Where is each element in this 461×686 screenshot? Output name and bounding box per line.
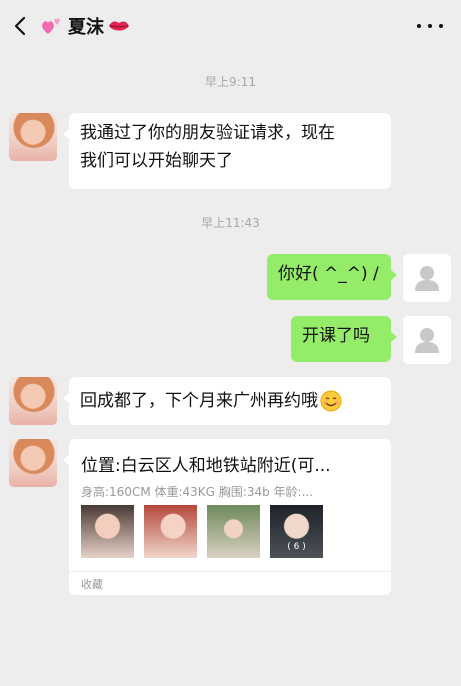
message-bubble[interactable]: 回成都了，下个月来广州再约哦 — [63, 377, 391, 425]
card-footer: 收藏 — [81, 578, 103, 591]
message-bubble[interactable]: 我通过了你的朋友验证请求，现在 我们可以开始聊天了 — [63, 113, 391, 189]
message-text: 回成都了，下个月来广州再约哦 — [80, 391, 318, 411]
my-avatar[interactable] — [403, 316, 451, 364]
more-dot — [417, 24, 421, 28]
timestamp: 早上11:43 — [201, 216, 260, 230]
default-user-icon — [415, 328, 439, 353]
message-line: 我通过了你的朋友验证请求，现在 — [80, 123, 335, 143]
hearts-icon — [42, 18, 60, 34]
my-avatar[interactable] — [403, 254, 451, 302]
chat-header: 夏沫 — [0, 0, 461, 52]
chat-title: 夏沫 — [40, 12, 130, 40]
shared-card[interactable]: 位置:白云区人和地铁站附近(可... 身高:160CM 体重:43KG 胸围:3… — [63, 439, 391, 595]
card-photo[interactable] — [207, 505, 260, 558]
back-button[interactable] — [8, 12, 34, 40]
card-subtitle: 身高:160CM 体重:43KG 胸围:34b 年龄:... — [81, 485, 314, 499]
message-bubble[interactable]: 开课了吗 — [291, 316, 397, 362]
card-photo[interactable] — [81, 505, 134, 558]
message-text: 开课了吗 — [302, 326, 370, 346]
contact-avatar[interactable] — [9, 113, 57, 161]
card-title: 位置:白云区人和地铁站附近(可... — [81, 456, 331, 476]
card-photo[interactable]: ( 6 ) — [270, 505, 323, 558]
default-user-icon — [415, 266, 439, 291]
chevron-left-icon — [14, 16, 26, 36]
contact-avatar[interactable] — [9, 439, 57, 487]
smile-emoji — [320, 390, 342, 412]
more-dot — [428, 24, 432, 28]
message-bubble[interactable]: 你好( ^_^) / — [267, 254, 397, 300]
contact-name: 夏沫 — [68, 17, 104, 38]
message-line: 我们可以开始聊天了 — [80, 151, 233, 171]
timestamp: 早上9:11 — [205, 75, 256, 89]
photo-count: ( 6 ) — [287, 542, 306, 552]
contact-avatar[interactable] — [9, 377, 57, 425]
card-thumbnails: ( 6 ) — [81, 505, 323, 558]
more-button[interactable] — [417, 16, 443, 36]
card-photo[interactable] — [144, 505, 197, 558]
lips-icon — [109, 21, 129, 31]
message-text: 你好( ^_^) / — [278, 264, 379, 284]
card-divider — [69, 571, 391, 572]
more-dot — [439, 24, 443, 28]
